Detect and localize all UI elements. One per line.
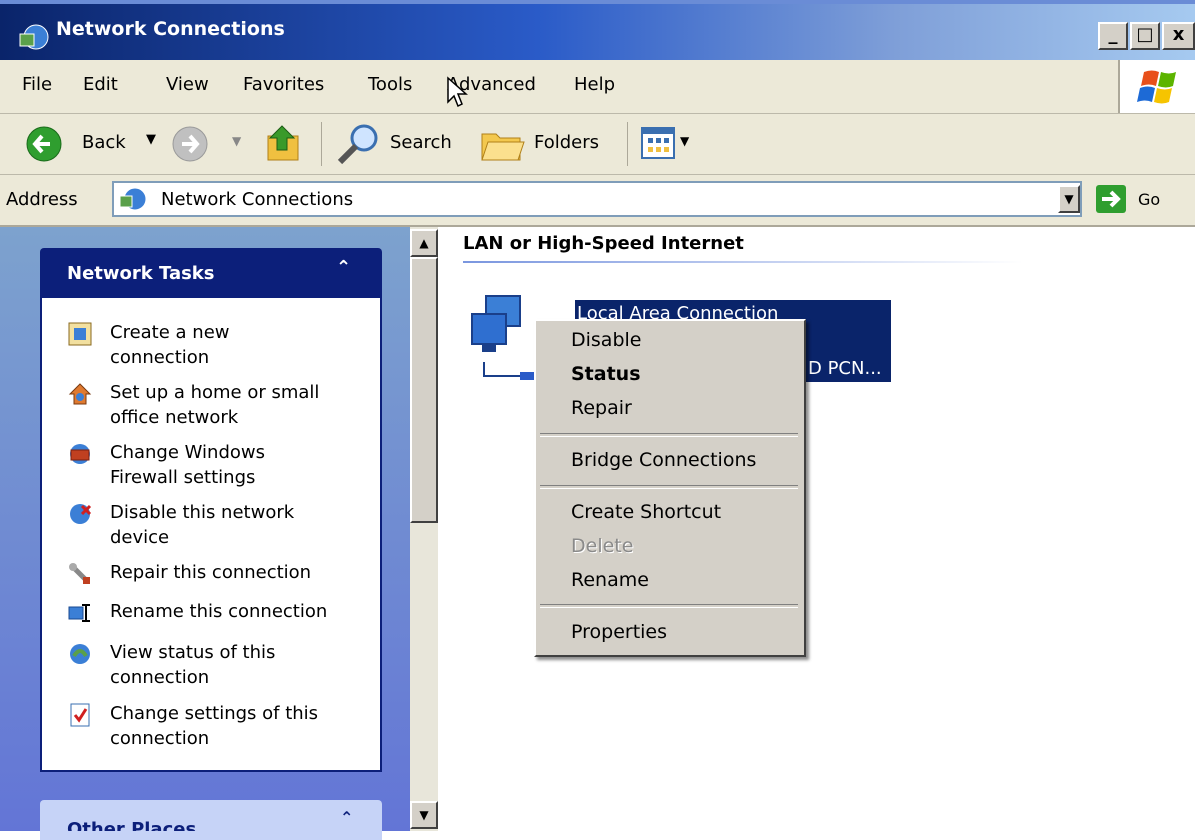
up-folder-icon[interactable] — [262, 120, 308, 166]
new-connection-icon — [68, 322, 92, 346]
network-tasks-title: Network Tasks — [67, 263, 215, 284]
task-line: Firewall settings — [110, 467, 256, 488]
menu-help[interactable]: Help — [574, 74, 615, 95]
task-line: Rename this connection — [110, 601, 328, 622]
back-button[interactable]: Back — [82, 132, 126, 153]
task-line: device — [110, 527, 170, 548]
task-line: office network — [110, 407, 239, 428]
task-line: Create a new — [110, 322, 230, 343]
menu-item-repair[interactable]: Repair — [571, 397, 632, 419]
menu-separator — [540, 604, 798, 608]
menu-tools[interactable]: Tools — [368, 74, 412, 95]
minimize-button[interactable]: _ — [1098, 22, 1128, 50]
search-icon[interactable] — [334, 120, 384, 166]
firewall-icon — [70, 444, 90, 464]
task-line: Change Windows — [110, 442, 265, 463]
scroll-thumb[interactable] — [410, 257, 438, 523]
back-arrow-icon[interactable] — [24, 124, 64, 164]
task-line: connection — [110, 728, 210, 749]
scroll-down-button[interactable]: ▼ — [410, 801, 438, 829]
task-change-settings[interactable]: Change settings of this connection — [110, 701, 318, 751]
go-arrow-icon[interactable] — [1094, 183, 1128, 215]
task-line: Change settings of this — [110, 703, 319, 724]
menu-item-properties[interactable]: Properties — [571, 621, 667, 643]
rename-icon — [68, 604, 90, 622]
mouse-cursor-icon — [447, 76, 468, 108]
task-line: Repair this connection — [110, 562, 312, 583]
task-disable-network-device[interactable]: Disable this network device — [110, 500, 294, 550]
windows-logo — [1118, 60, 1195, 113]
views-icon[interactable] — [640, 126, 676, 160]
scroll-up-button[interactable]: ▲ — [410, 229, 438, 257]
task-line: connection — [110, 667, 210, 688]
task-rename-connection[interactable]: Rename this connection — [110, 599, 327, 624]
toolbar-separator — [627, 122, 628, 166]
menu-separator — [540, 485, 798, 489]
network-connections-icon — [119, 187, 147, 211]
menu-item-rename[interactable]: Rename — [571, 569, 649, 591]
view-status-icon — [70, 644, 90, 664]
menu-item-status[interactable]: Status — [571, 363, 641, 385]
connection-device-text: D PCN... — [808, 358, 882, 379]
disable-network-icon — [70, 504, 92, 524]
folders-icon[interactable] — [478, 122, 526, 164]
menu-item-delete: Delete — [571, 535, 634, 557]
menu-favorites[interactable]: Favorites — [243, 74, 324, 95]
settings-checklist-icon — [70, 703, 90, 727]
window-title: Network Connections — [56, 18, 285, 40]
toolbar-separator — [321, 122, 322, 166]
task-view-status[interactable]: View status of this connection — [110, 640, 275, 690]
address-label: Address — [6, 189, 78, 210]
menu-edit[interactable]: Edit — [83, 74, 118, 95]
menu-item-create-shortcut[interactable]: Create Shortcut — [571, 501, 721, 523]
back-dropdown-icon[interactable]: ▼ — [146, 132, 156, 147]
wrench-icon — [69, 563, 90, 584]
menu-item-bridge-connections[interactable]: Bridge Connections — [571, 449, 756, 471]
group-header: LAN or High-Speed Internet — [463, 233, 744, 254]
forward-arrow-icon[interactable] — [170, 124, 210, 164]
views-dropdown-icon[interactable]: ▼ — [680, 134, 689, 148]
search-button[interactable]: Search — [390, 132, 452, 153]
menu-file[interactable]: File — [22, 74, 52, 95]
address-dropdown-button[interactable]: ▼ — [1058, 185, 1080, 213]
task-set-up-home-network[interactable]: Set up a home or small office network — [110, 380, 319, 430]
close-button[interactable]: x — [1162, 22, 1195, 50]
collapse-chevron-icon[interactable]: ⌃ — [336, 257, 351, 278]
group-divider — [463, 261, 1023, 263]
maximize-button[interactable]: □ — [1130, 22, 1160, 50]
address-value[interactable]: Network Connections — [161, 189, 353, 210]
go-button[interactable]: Go — [1138, 190, 1160, 209]
folders-button[interactable]: Folders — [534, 132, 599, 153]
home-network-icon — [68, 383, 92, 405]
network-connections-icon — [19, 24, 49, 50]
task-line: Disable this network — [110, 502, 295, 523]
windows-flag-icon — [1137, 70, 1176, 104]
menu-view[interactable]: View — [166, 74, 209, 95]
task-change-firewall-settings[interactable]: Change Windows Firewall settings — [110, 440, 265, 490]
task-line: Set up a home or small — [110, 382, 320, 403]
expand-chevron-icon[interactable]: ⌃ — [340, 808, 353, 827]
task-create-new-connection[interactable]: Create a new connection — [110, 320, 230, 370]
forward-dropdown-icon[interactable]: ▼ — [232, 134, 241, 148]
network-computers-icon[interactable] — [464, 292, 544, 384]
task-line: View status of this — [110, 642, 276, 663]
connection-name: Local Area Connection — [577, 303, 779, 319]
task-line: connection — [110, 347, 210, 368]
task-repair-connection[interactable]: Repair this connection — [110, 560, 311, 585]
menu-separator — [540, 433, 798, 437]
other-places-title: Other Places — [67, 819, 197, 831]
menu-item-disable[interactable]: Disable — [571, 329, 641, 351]
